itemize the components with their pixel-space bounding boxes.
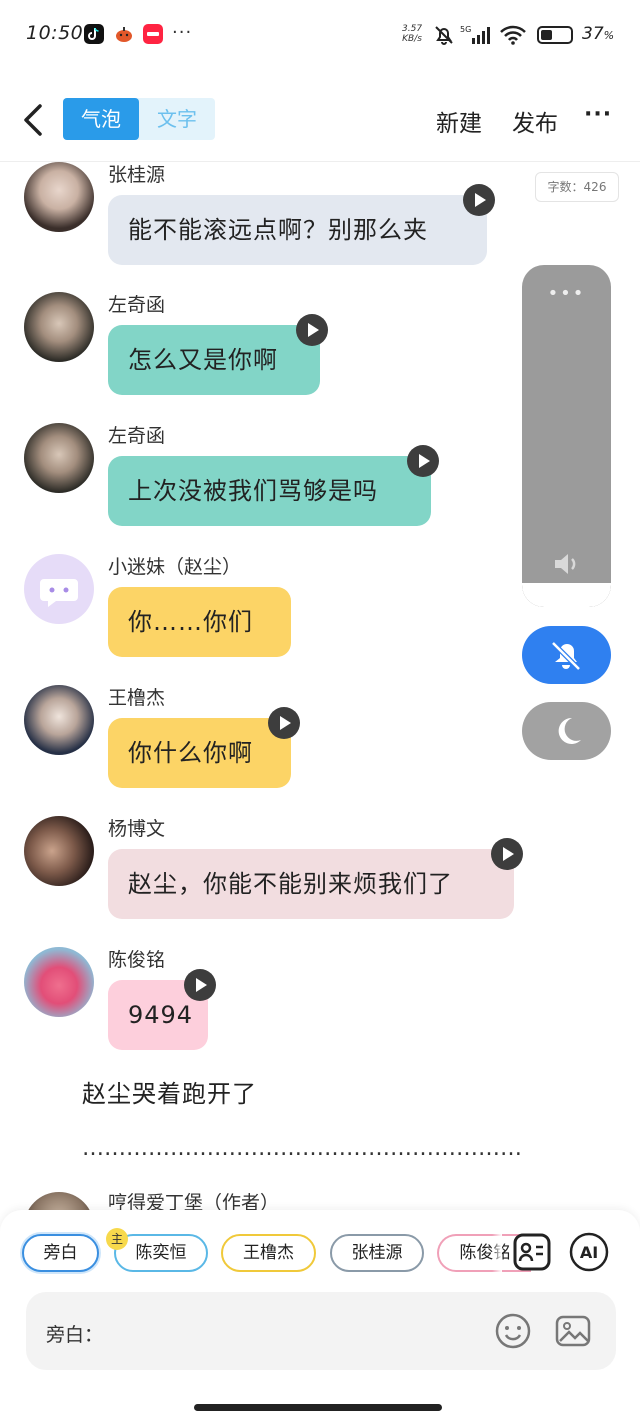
play-voice-icon[interactable] [491, 838, 523, 870]
mute-toggle[interactable] [522, 626, 611, 684]
host-badge: 主 [106, 1228, 128, 1250]
message-bubble[interactable]: 上次没被我们骂够是吗 [108, 456, 431, 526]
status-time: 10:50 [26, 22, 84, 44]
chat-bubble-icon [40, 579, 78, 607]
speaker-name: 王橹杰 [108, 687, 166, 709]
cell-signal-icon: 5G [460, 24, 492, 50]
speaker-name: 小迷妹（赵尘） [108, 556, 242, 578]
divider-dots: …………………………………………………… [82, 1136, 522, 1161]
back-button[interactable] [18, 100, 50, 140]
battery-percent: 37% [582, 24, 615, 44]
message-input[interactable] [106, 1312, 476, 1350]
speaker-name: 张桂源 [108, 164, 166, 186]
svg-text:AI: AI [580, 1243, 598, 1262]
publish-button[interactable]: 发布 [512, 104, 558, 138]
volume-panel[interactable]: ••• [522, 265, 611, 607]
status-more-icon: ··· [172, 22, 193, 43]
tab-text[interactable]: 文字 [139, 98, 215, 140]
home-indicator[interactable] [194, 1404, 442, 1411]
new-button[interactable]: 新建 [436, 104, 482, 138]
avatar [24, 685, 94, 755]
word-count-badge: 字数：426 [535, 172, 619, 202]
bell-off-icon [433, 24, 455, 50]
xiaohongshu-icon [143, 24, 163, 44]
play-voice-icon[interactable] [296, 314, 328, 346]
tab-bubble[interactable]: 气泡 [63, 98, 139, 140]
composer-panel: 旁白 陈奕恒 主 王橹杰 张桂源 陈俊铭 AI 旁白： [0, 1210, 640, 1422]
pumpkin-app-icon [114, 24, 134, 44]
role-chip-narrator[interactable]: 旁白 [22, 1234, 99, 1272]
message-bubble[interactable]: 你什么你啊 [108, 718, 291, 788]
tiktok-icon [84, 24, 104, 44]
narration-text[interactable]: 赵尘哭着跑开了 [82, 1074, 257, 1109]
chevron-left-icon [24, 104, 42, 136]
battery-icon [537, 26, 573, 44]
top-bar: 气泡 文字 新建 发布 ··· [0, 72, 640, 162]
panel-menu-icon: ••• [547, 283, 586, 304]
dnd-toggle[interactable] [522, 702, 611, 760]
play-voice-icon[interactable] [184, 969, 216, 1001]
message-bubble[interactable]: 你……你们 [108, 587, 291, 657]
speaker-name: 左奇函 [108, 294, 166, 316]
speaker-name: 左奇函 [108, 425, 166, 447]
avatar [24, 292, 94, 362]
image-icon[interactable] [554, 1312, 592, 1350]
svg-text:5G: 5G [460, 25, 471, 34]
avatar [24, 554, 94, 624]
more-menu-button[interactable]: ··· [584, 102, 612, 127]
role-chip[interactable]: 张桂源 [330, 1234, 424, 1272]
net-speed: 3.57 KB/s [402, 24, 423, 44]
mode-switch: 气泡 文字 [63, 98, 215, 140]
volume-level [522, 583, 611, 607]
message-bubble[interactable]: 赵尘，你能不能别来烦我们了 [108, 849, 514, 919]
avatar [24, 947, 94, 1017]
message-bubble[interactable]: 怎么又是你啊 [108, 325, 320, 395]
speaker-icon [552, 549, 582, 583]
role-chip[interactable]: 王橹杰 [221, 1234, 316, 1272]
avatar [24, 162, 94, 232]
message-composer: 旁白： [26, 1292, 616, 1370]
speaker-name: 杨博文 [108, 818, 166, 840]
ai-button[interactable]: AI [569, 1232, 609, 1272]
play-voice-icon[interactable] [407, 445, 439, 477]
message-bubble[interactable]: 能不能滚远点啊？别那么夹 [108, 195, 487, 265]
emoji-icon[interactable] [494, 1312, 532, 1350]
speaker-name: 陈俊铭 [108, 949, 166, 971]
status-bar: 10:50 ··· 3.57 KB/s 5G 37% [0, 0, 640, 72]
role-card-icon[interactable] [512, 1232, 552, 1272]
avatar [24, 816, 94, 886]
role-chip[interactable]: 陈奕恒 [114, 1234, 208, 1272]
avatar [24, 423, 94, 493]
bell-off-icon [551, 641, 581, 671]
play-voice-icon[interactable] [268, 707, 300, 739]
wifi-icon [499, 24, 527, 50]
play-voice-icon[interactable] [463, 184, 495, 216]
moon-icon [558, 717, 581, 744]
composer-role-label: 旁白： [46, 1324, 104, 1346]
